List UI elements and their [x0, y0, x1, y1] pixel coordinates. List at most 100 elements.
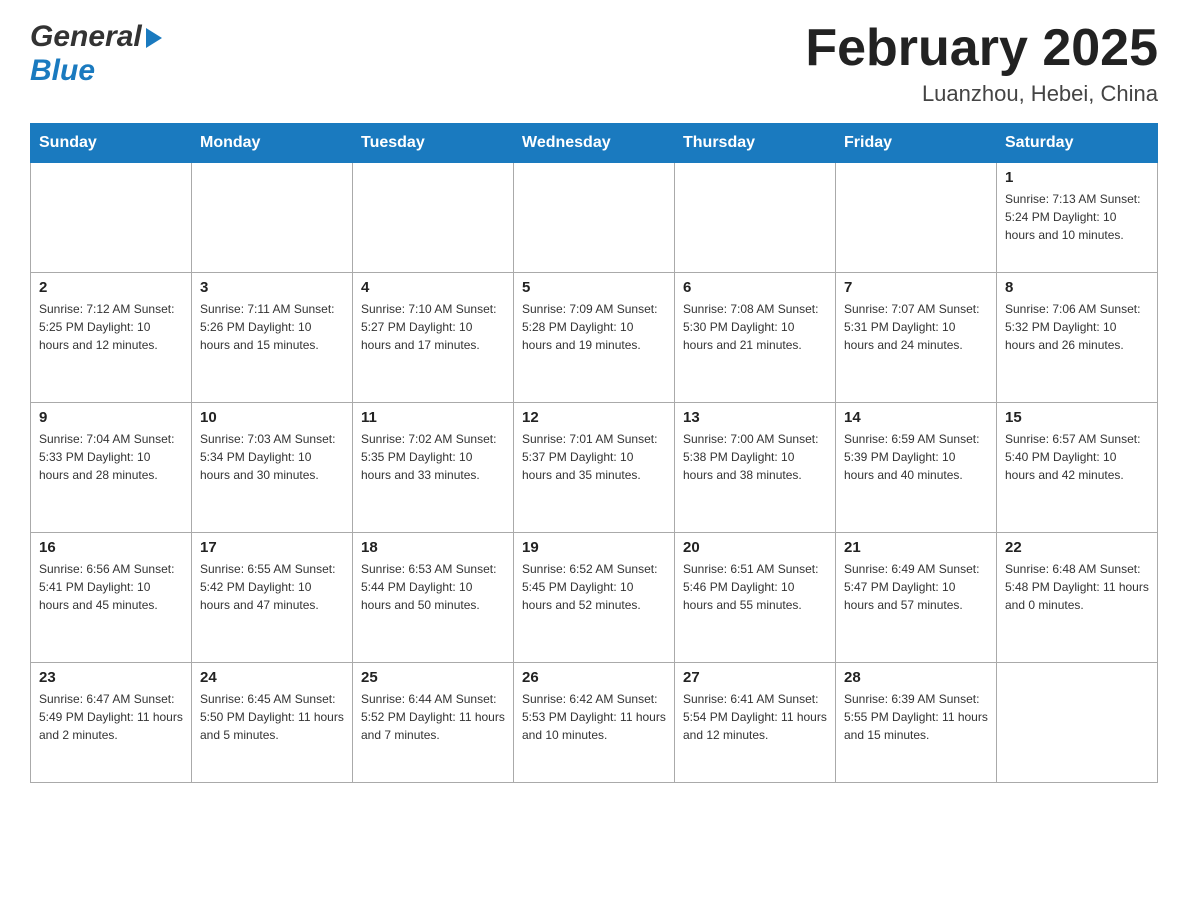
table-row: 9 Sunrise: 7:04 AM Sunset: 5:33 PM Daylig… — [31, 403, 192, 533]
week-row-5: 23Sunrise: 6:47 AM Sunset: 5:49 PM Dayli… — [31, 663, 1158, 783]
table-row: 18 Sunrise: 6:53 AM Sunset: 5:44 PM Dayli… — [353, 533, 514, 663]
day-info: Sunrise: 7:11 AM Sunset: 5:26 PM Dayligh… — [200, 300, 344, 354]
day-info: Sunrise: 6:48 AM Sunset: 5:48 PM Dayligh… — [1005, 560, 1149, 614]
day-info: Sunrise: 6:44 AM Sunset: 5:52 PM Dayligh… — [361, 690, 505, 744]
header-tuesday: Tuesday — [353, 124, 514, 163]
day-info: Sunrise: 6:39 AM Sunset: 5:55 PM Dayligh… — [844, 690, 988, 744]
logo: General Blue — [30, 20, 162, 88]
day-number: 5 — [522, 279, 666, 296]
day-info: Sunrise: 6:59 AM Sunset: 5:39 PM Dayligh… — [844, 430, 988, 484]
table-row: 5 Sunrise: 7:09 AM Sunset: 5:28 PM Daylig… — [514, 273, 675, 403]
header-wednesday: Wednesday — [514, 124, 675, 163]
table-row: 8Sunrise: 7:06 AM Sunset: 5:32 PM Daylig… — [997, 273, 1158, 403]
day-number: 7 — [844, 279, 988, 296]
day-number: 18 — [361, 539, 505, 556]
table-row: 27 Sunrise: 6:41 AM Sunset: 5:54 PM Dayli… — [675, 663, 836, 783]
table-row: 2 Sunrise: 7:12 AM Sunset: 5:25 PM Daylig… — [31, 273, 192, 403]
day-number: 3 — [200, 279, 344, 296]
week-row-1: 1Sunrise: 7:13 AM Sunset: 5:24 PM Daylig… — [31, 163, 1158, 273]
day-number: 16 — [39, 539, 183, 556]
day-number: 26 — [522, 669, 666, 686]
day-number: 2 — [39, 279, 183, 296]
day-number: 19 — [522, 539, 666, 556]
day-info: Sunrise: 6:52 AM Sunset: 5:45 PM Dayligh… — [522, 560, 666, 614]
table-row: 11Sunrise: 7:02 AM Sunset: 5:35 PM Dayli… — [353, 403, 514, 533]
day-info: Sunrise: 7:01 AM Sunset: 5:37 PM Dayligh… — [522, 430, 666, 484]
weekday-header-row: Sunday Monday Tuesday Wednesday Thursday… — [31, 124, 1158, 163]
day-info: Sunrise: 6:56 AM Sunset: 5:41 PM Dayligh… — [39, 560, 183, 614]
table-row: 6 Sunrise: 7:08 AM Sunset: 5:30 PM Daylig… — [675, 273, 836, 403]
day-number: 15 — [1005, 409, 1149, 426]
table-row: 26Sunrise: 6:42 AM Sunset: 5:53 PM Dayli… — [514, 663, 675, 783]
day-number: 21 — [844, 539, 988, 556]
day-number: 1 — [1005, 169, 1149, 186]
day-info: Sunrise: 7:03 AM Sunset: 5:34 PM Dayligh… — [200, 430, 344, 484]
week-row-3: 9 Sunrise: 7:04 AM Sunset: 5:33 PM Daylig… — [31, 403, 1158, 533]
day-info: Sunrise: 7:02 AM Sunset: 5:35 PM Dayligh… — [361, 430, 505, 484]
table-row: 25 Sunrise: 6:44 AM Sunset: 5:52 PM Dayli… — [353, 663, 514, 783]
day-info: Sunrise: 7:00 AM Sunset: 5:38 PM Dayligh… — [683, 430, 827, 484]
table-row — [192, 163, 353, 273]
table-row: 4 Sunrise: 7:10 AM Sunset: 5:27 PM Daylig… — [353, 273, 514, 403]
day-number: 28 — [844, 669, 988, 686]
day-info: Sunrise: 7:08 AM Sunset: 5:30 PM Dayligh… — [683, 300, 827, 354]
table-row: 23Sunrise: 6:47 AM Sunset: 5:49 PM Dayli… — [31, 663, 192, 783]
day-number: 6 — [683, 279, 827, 296]
table-row — [675, 163, 836, 273]
day-info: Sunrise: 7:06 AM Sunset: 5:32 PM Dayligh… — [1005, 300, 1149, 354]
day-number: 25 — [361, 669, 505, 686]
day-number: 17 — [200, 539, 344, 556]
table-row: 1Sunrise: 7:13 AM Sunset: 5:24 PM Daylig… — [997, 163, 1158, 273]
table-row: 13 Sunrise: 7:00 AM Sunset: 5:38 PM Dayli… — [675, 403, 836, 533]
day-number: 10 — [200, 409, 344, 426]
day-info: Sunrise: 6:53 AM Sunset: 5:44 PM Dayligh… — [361, 560, 505, 614]
header-thursday: Thursday — [675, 124, 836, 163]
table-row: 12 Sunrise: 7:01 AM Sunset: 5:37 PM Dayli… — [514, 403, 675, 533]
table-row: 20Sunrise: 6:51 AM Sunset: 5:46 PM Dayli… — [675, 533, 836, 663]
week-row-4: 16 Sunrise: 6:56 AM Sunset: 5:41 PM Dayli… — [31, 533, 1158, 663]
table-row: 17 Sunrise: 6:55 AM Sunset: 5:42 PM Dayli… — [192, 533, 353, 663]
logo-blue-text: Blue — [30, 54, 95, 87]
day-number: 13 — [683, 409, 827, 426]
week-row-2: 2 Sunrise: 7:12 AM Sunset: 5:25 PM Daylig… — [31, 273, 1158, 403]
logo-general-text: General — [30, 20, 142, 54]
day-info: Sunrise: 7:07 AM Sunset: 5:31 PM Dayligh… — [844, 300, 988, 354]
table-row: 16 Sunrise: 6:56 AM Sunset: 5:41 PM Dayli… — [31, 533, 192, 663]
day-info: Sunrise: 7:09 AM Sunset: 5:28 PM Dayligh… — [522, 300, 666, 354]
day-number: 4 — [361, 279, 505, 296]
day-info: Sunrise: 7:04 AM Sunset: 5:33 PM Dayligh… — [39, 430, 183, 484]
day-number: 27 — [683, 669, 827, 686]
day-number: 20 — [683, 539, 827, 556]
table-row — [836, 163, 997, 273]
day-info: Sunrise: 6:41 AM Sunset: 5:54 PM Dayligh… — [683, 690, 827, 744]
day-number: 22 — [1005, 539, 1149, 556]
table-row: 24Sunrise: 6:45 AM Sunset: 5:50 PM Dayli… — [192, 663, 353, 783]
table-row: 7 Sunrise: 7:07 AM Sunset: 5:31 PM Daylig… — [836, 273, 997, 403]
table-row: 28 Sunrise: 6:39 AM Sunset: 5:55 PM Dayli… — [836, 663, 997, 783]
calendar-title-block: February 2025 Luanzhou, Hebei, China — [805, 20, 1158, 107]
header-friday: Friday — [836, 124, 997, 163]
header-sunday: Sunday — [31, 124, 192, 163]
table-row: 21 Sunrise: 6:49 AM Sunset: 5:47 PM Dayli… — [836, 533, 997, 663]
day-number: 12 — [522, 409, 666, 426]
header-monday: Monday — [192, 124, 353, 163]
table-row — [31, 163, 192, 273]
day-info: Sunrise: 6:49 AM Sunset: 5:47 PM Dayligh… — [844, 560, 988, 614]
table-row — [997, 663, 1158, 783]
day-number: 9 — [39, 409, 183, 426]
location-subtitle: Luanzhou, Hebei, China — [805, 81, 1158, 107]
day-info: Sunrise: 7:10 AM Sunset: 5:27 PM Dayligh… — [361, 300, 505, 354]
table-row: 22 Sunrise: 6:48 AM Sunset: 5:48 PM Dayli… — [997, 533, 1158, 663]
month-year-title: February 2025 — [805, 20, 1158, 77]
day-info: Sunrise: 6:57 AM Sunset: 5:40 PM Dayligh… — [1005, 430, 1149, 484]
table-row: 3 Sunrise: 7:11 AM Sunset: 5:26 PM Daylig… — [192, 273, 353, 403]
table-row: 14 Sunrise: 6:59 AM Sunset: 5:39 PM Dayli… — [836, 403, 997, 533]
table-row: 15 Sunrise: 6:57 AM Sunset: 5:40 PM Dayli… — [997, 403, 1158, 533]
day-number: 14 — [844, 409, 988, 426]
calendar-table: Sunday Monday Tuesday Wednesday Thursday… — [30, 123, 1158, 783]
day-info: Sunrise: 7:12 AM Sunset: 5:25 PM Dayligh… — [39, 300, 183, 354]
day-info: Sunrise: 6:47 AM Sunset: 5:49 PM Dayligh… — [39, 690, 183, 744]
table-row — [353, 163, 514, 273]
header-saturday: Saturday — [997, 124, 1158, 163]
day-info: Sunrise: 6:55 AM Sunset: 5:42 PM Dayligh… — [200, 560, 344, 614]
